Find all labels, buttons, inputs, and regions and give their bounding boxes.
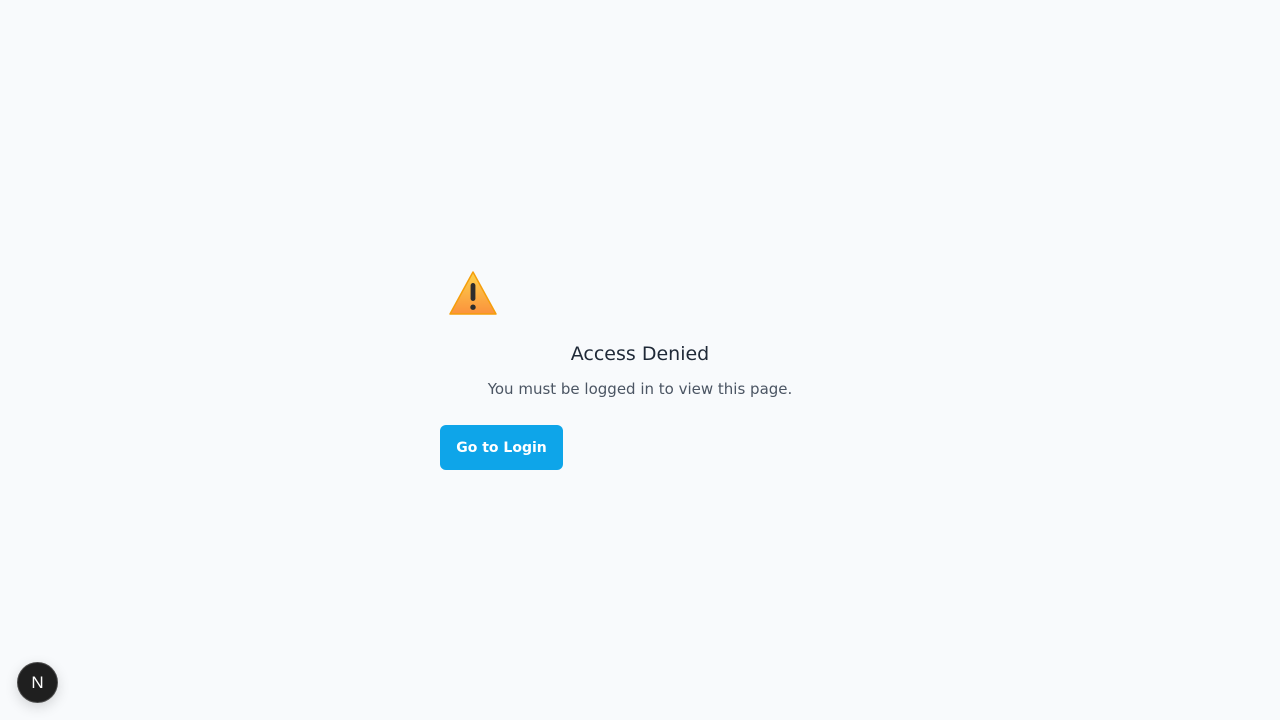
- go-to-login-button[interactable]: Go to Login: [440, 425, 563, 470]
- access-message: You must be logged in to view this page.: [487, 380, 793, 398]
- next-dev-tools-button[interactable]: N: [18, 663, 57, 702]
- next-logo-icon: N: [31, 672, 44, 692]
- page-title: Access Denied: [570, 343, 710, 365]
- warning-icon: [449, 271, 497, 315]
- page: Access Denied You must be logged in to v…: [0, 0, 1280, 720]
